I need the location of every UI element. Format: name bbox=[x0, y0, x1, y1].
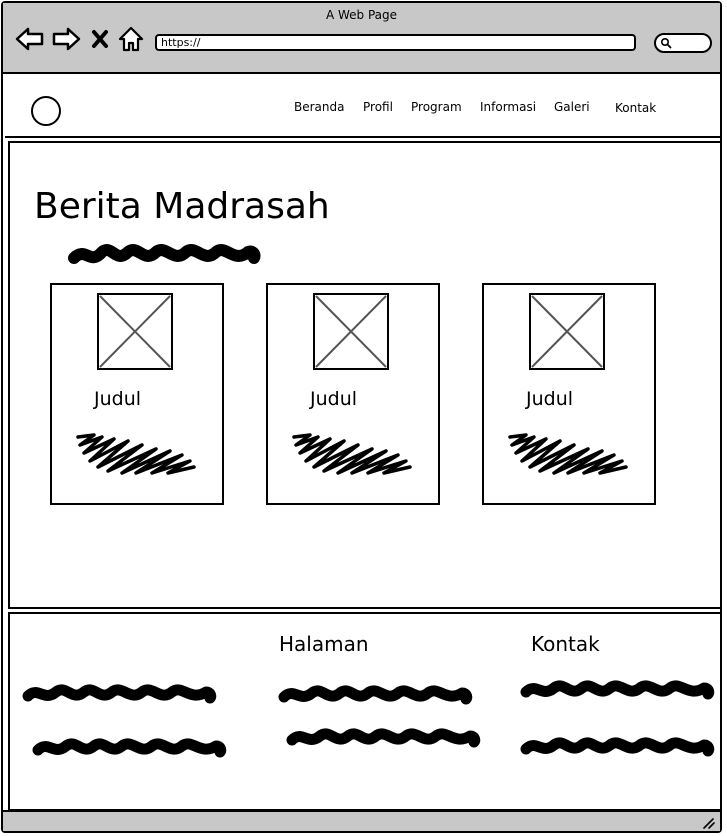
back-arrow-icon[interactable] bbox=[15, 25, 45, 53]
card-title: Judul bbox=[94, 388, 142, 410]
image-placeholder-icon bbox=[529, 293, 605, 370]
footer-contact-scribble bbox=[520, 737, 715, 757]
nav-item-kontak[interactable]: Kontak bbox=[615, 101, 656, 115]
page-title: Berita Madrasah bbox=[34, 186, 330, 227]
card-text-scribble bbox=[76, 433, 196, 475]
footer-contact-scribble bbox=[520, 680, 715, 700]
home-icon[interactable] bbox=[117, 25, 145, 53]
news-card[interactable]: Judul bbox=[266, 283, 440, 505]
browser-titlebar: A Web Page https:// bbox=[3, 3, 720, 74]
footer-text-scribble bbox=[32, 738, 227, 758]
search-field[interactable] bbox=[654, 33, 712, 53]
url-input[interactable]: https:// bbox=[155, 34, 636, 51]
footer-link-scribble[interactable] bbox=[276, 681, 474, 707]
image-placeholder-icon bbox=[313, 293, 389, 370]
news-card[interactable]: Judul bbox=[50, 283, 224, 505]
footer-link-scribble[interactable] bbox=[284, 724, 484, 752]
nav-item-beranda[interactable]: Beranda bbox=[294, 100, 344, 114]
logo-placeholder[interactable] bbox=[31, 96, 61, 126]
card-text-scribble bbox=[508, 433, 628, 475]
window-title: A Web Page bbox=[325, 8, 398, 22]
close-x-icon[interactable] bbox=[89, 25, 111, 53]
image-placeholder-icon bbox=[97, 293, 173, 370]
subtitle-scribble bbox=[68, 244, 261, 264]
nav-item-informasi[interactable]: Informasi bbox=[480, 100, 536, 114]
forward-arrow-icon[interactable] bbox=[51, 25, 81, 53]
card-text-scribble bbox=[292, 433, 412, 475]
resize-grip-icon[interactable] bbox=[700, 815, 716, 829]
search-icon bbox=[660, 37, 672, 49]
nav-item-program[interactable]: Program bbox=[411, 100, 462, 114]
status-bar bbox=[3, 810, 720, 831]
footer-heading-kontak: Kontak bbox=[531, 632, 600, 656]
footer-text-scribble bbox=[22, 684, 217, 704]
card-title: Judul bbox=[310, 388, 358, 410]
nav-item-galeri[interactable]: Galeri bbox=[554, 100, 590, 114]
card-title: Judul bbox=[526, 388, 574, 410]
nav-item-profil[interactable]: Profil bbox=[363, 100, 393, 114]
footer-heading-halaman: Halaman bbox=[279, 632, 369, 656]
news-card[interactable]: Judul bbox=[482, 283, 656, 505]
